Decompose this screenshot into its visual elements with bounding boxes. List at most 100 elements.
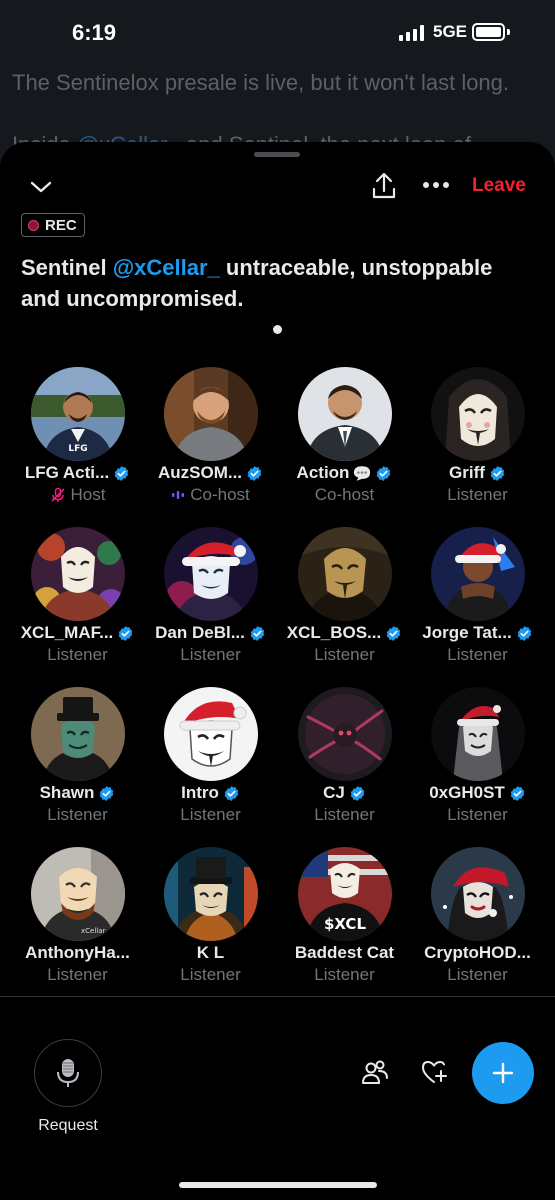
avatar: xCellar	[30, 847, 125, 941]
network-label: 5GE	[433, 22, 468, 41]
recording-label: REC	[45, 216, 77, 234]
participant-role: Listener	[447, 645, 508, 664]
page-indicator-dot	[273, 325, 282, 334]
avatar	[430, 367, 525, 461]
title-prefix: Sentinel	[21, 255, 113, 280]
status-time: 6:19	[72, 20, 117, 45]
participant-role: Listener	[47, 645, 108, 664]
participant-role: Listener	[314, 965, 375, 984]
avatar	[430, 847, 525, 941]
collapse-chevron-icon[interactable]	[26, 172, 56, 202]
bottom-divider	[0, 996, 555, 997]
verified-badge-icon	[119, 625, 133, 641]
participant-tile[interactable]: K L Listener	[144, 847, 277, 986]
verified-badge-icon	[247, 465, 262, 481]
participant-role: Listener	[180, 965, 241, 984]
avatar: $XCL	[297, 847, 392, 941]
space-title: Sentinel @xCellar_ untraceable, unstoppa…	[21, 252, 501, 314]
participant-role: Listener	[447, 805, 508, 824]
participant-tile[interactable]: xCellar AnthonyHa... Listener	[11, 847, 144, 986]
avatar	[163, 687, 258, 781]
avatar	[163, 527, 258, 621]
participant-tile[interactable]: Jorge Tat... Listener	[411, 527, 544, 666]
participant-name: Action	[296, 463, 350, 482]
sheet-grabber[interactable]	[254, 152, 300, 157]
participant-role: Listener	[314, 805, 375, 824]
participant-role: Host	[70, 485, 106, 504]
participant-tile[interactable]: Intro Listener	[144, 687, 277, 826]
avatar	[163, 847, 258, 941]
verified-badge-icon	[377, 465, 391, 481]
avatar	[297, 527, 392, 621]
participant-name: XCL_BOS...	[286, 623, 382, 642]
verified-badge-icon	[517, 625, 531, 641]
avatar	[30, 687, 125, 781]
participant-role: Listener	[447, 485, 508, 504]
participant-role: Listener	[47, 965, 108, 984]
avatar	[430, 527, 525, 621]
participant-tile[interactable]: AuzSOM... Co-host	[144, 367, 277, 506]
avatar	[30, 527, 125, 621]
heart-plus-icon[interactable]	[421, 1058, 449, 1086]
signal-icon	[399, 25, 424, 41]
recording-badge: REC	[21, 213, 85, 237]
people-icon[interactable]	[360, 1058, 390, 1088]
record-dot-icon	[28, 219, 39, 231]
participant-tile[interactable]: XCL_BOS... Listener	[278, 527, 411, 666]
participant-role: Co-host	[314, 485, 375, 504]
participant-name: AnthonyHa...	[25, 943, 130, 962]
avatar	[430, 687, 525, 781]
speech-bubble-icon	[354, 465, 371, 481]
participant-role: Listener	[180, 645, 241, 664]
participant-tile[interactable]: $XCL Baddest Cat Listener	[278, 847, 411, 986]
avatar	[297, 367, 392, 461]
battery-cap	[507, 29, 510, 35]
request-label: Request	[38, 1117, 98, 1134]
participant-name: K L	[196, 943, 225, 962]
participant-tile[interactable]: XCL_MAF... Listener	[11, 527, 144, 666]
avatar: LFG	[30, 367, 125, 461]
participant-role: Listener	[314, 645, 375, 664]
verified-badge-icon	[387, 625, 401, 641]
mic-off-icon	[50, 487, 66, 503]
participant-tile[interactable]: Griff Listener	[411, 367, 544, 506]
participant-role: Listener	[447, 965, 508, 984]
participant-tile[interactable]: LFG LFG Acti... Host	[11, 367, 144, 506]
participant-tile[interactable]: Action Co-host	[278, 367, 411, 506]
compose-plus-button[interactable]	[472, 1042, 534, 1104]
verified-badge-icon	[350, 785, 365, 801]
share-icon[interactable]	[369, 170, 399, 202]
participant-role: Listener	[47, 805, 108, 824]
leave-button[interactable]: Leave	[472, 175, 526, 197]
title-mention[interactable]: @xCellar_	[113, 255, 220, 280]
participant-tile[interactable]: Dan DeBl... Listener	[144, 527, 277, 666]
participant-name: 0xGH0ST	[429, 783, 505, 802]
verified-badge-icon	[490, 465, 505, 481]
participant-name: LFG Acti...	[24, 463, 110, 482]
participant-role: Co-host	[190, 485, 250, 504]
svg-text:LFG: LFG	[68, 444, 87, 454]
avatar	[163, 367, 258, 461]
battery-icon	[472, 23, 505, 41]
participant-name: Griff	[449, 463, 485, 482]
request-mic-button[interactable]	[34, 1039, 102, 1107]
participant-name: Dan DeBl...	[155, 623, 245, 642]
verified-badge-icon	[224, 785, 239, 801]
participant-name: Jorge Tat...	[422, 623, 512, 642]
participant-name: CryptoHOD...	[424, 943, 531, 962]
participant-name: XCL_MAF...	[20, 623, 114, 642]
svg-text:$XCL: $XCL	[323, 915, 365, 933]
speaking-bars-icon	[171, 490, 185, 500]
participant-tile[interactable]: CryptoHOD... Listener	[411, 847, 544, 986]
participant-name: Shawn	[39, 783, 95, 802]
participant-tile[interactable]: Shawn Listener	[11, 687, 144, 826]
participant-tile[interactable]: CJ Listener	[278, 687, 411, 826]
participant-tile[interactable]: 0xGH0ST Listener	[411, 687, 544, 826]
more-options-icon[interactable]	[420, 175, 452, 195]
verified-badge-icon	[250, 625, 265, 641]
home-indicator[interactable]	[179, 1182, 377, 1188]
participant-name: CJ	[323, 783, 345, 802]
microphone-icon	[57, 1059, 79, 1087]
background-tweet-line1: The Sentinelox presale is live, but it w…	[12, 70, 510, 95]
verified-badge-icon	[100, 785, 114, 801]
